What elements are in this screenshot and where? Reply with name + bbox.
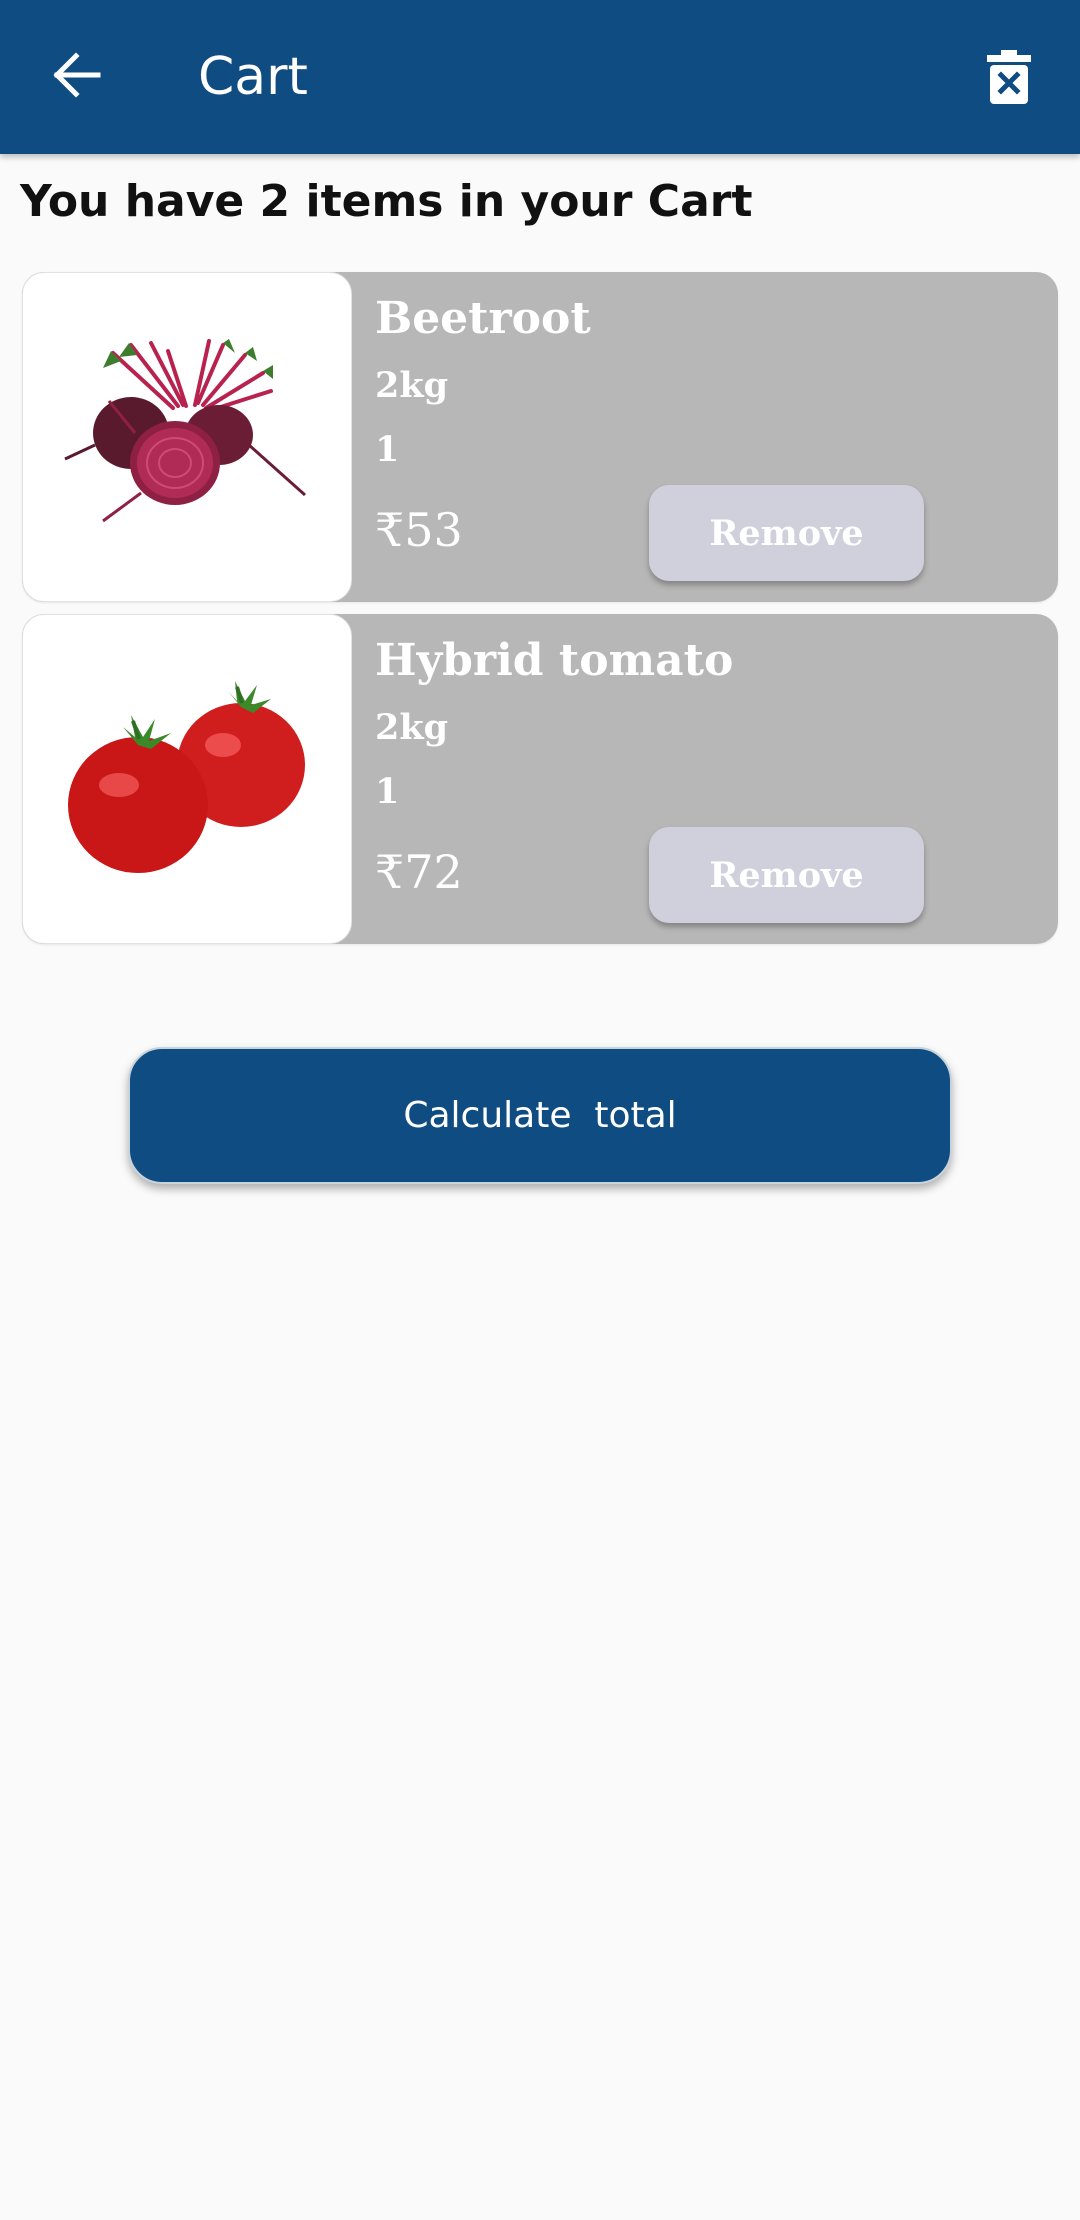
remove-button[interactable]: Remove xyxy=(649,485,924,581)
item-name: Hybrid tomato xyxy=(375,635,734,686)
item-quantity: 1 xyxy=(375,429,400,470)
item-quantity: 1 xyxy=(375,771,400,812)
cart-list: Beetroot 2kg 1 ₹53 Remove Hybrid tomato … xyxy=(22,272,1058,956)
tomato-image xyxy=(22,614,352,944)
trash-x-icon xyxy=(987,49,1031,109)
beetroot-image xyxy=(22,272,352,602)
calculate-total-button[interactable]: Calculate total xyxy=(128,1047,952,1184)
item-weight: 2kg xyxy=(375,707,449,748)
cart-summary-text: You have 2 items in your Cart xyxy=(20,176,753,227)
back-button[interactable] xyxy=(40,40,114,114)
item-price: ₹53 xyxy=(375,503,463,557)
remove-button[interactable]: Remove xyxy=(649,827,924,923)
item-name: Beetroot xyxy=(375,293,591,344)
cart-item-hybrid-tomato: Hybrid tomato 2kg 1 ₹72 Remove xyxy=(22,614,1058,944)
page-title: Cart xyxy=(198,47,308,107)
item-price: ₹72 xyxy=(375,845,463,899)
item-weight: 2kg xyxy=(375,365,449,406)
arrow-back-icon xyxy=(52,50,102,105)
clear-cart-button[interactable] xyxy=(974,44,1044,114)
cart-item-beetroot: Beetroot 2kg 1 ₹53 Remove xyxy=(22,272,1058,602)
app-bar: Cart xyxy=(0,0,1080,154)
